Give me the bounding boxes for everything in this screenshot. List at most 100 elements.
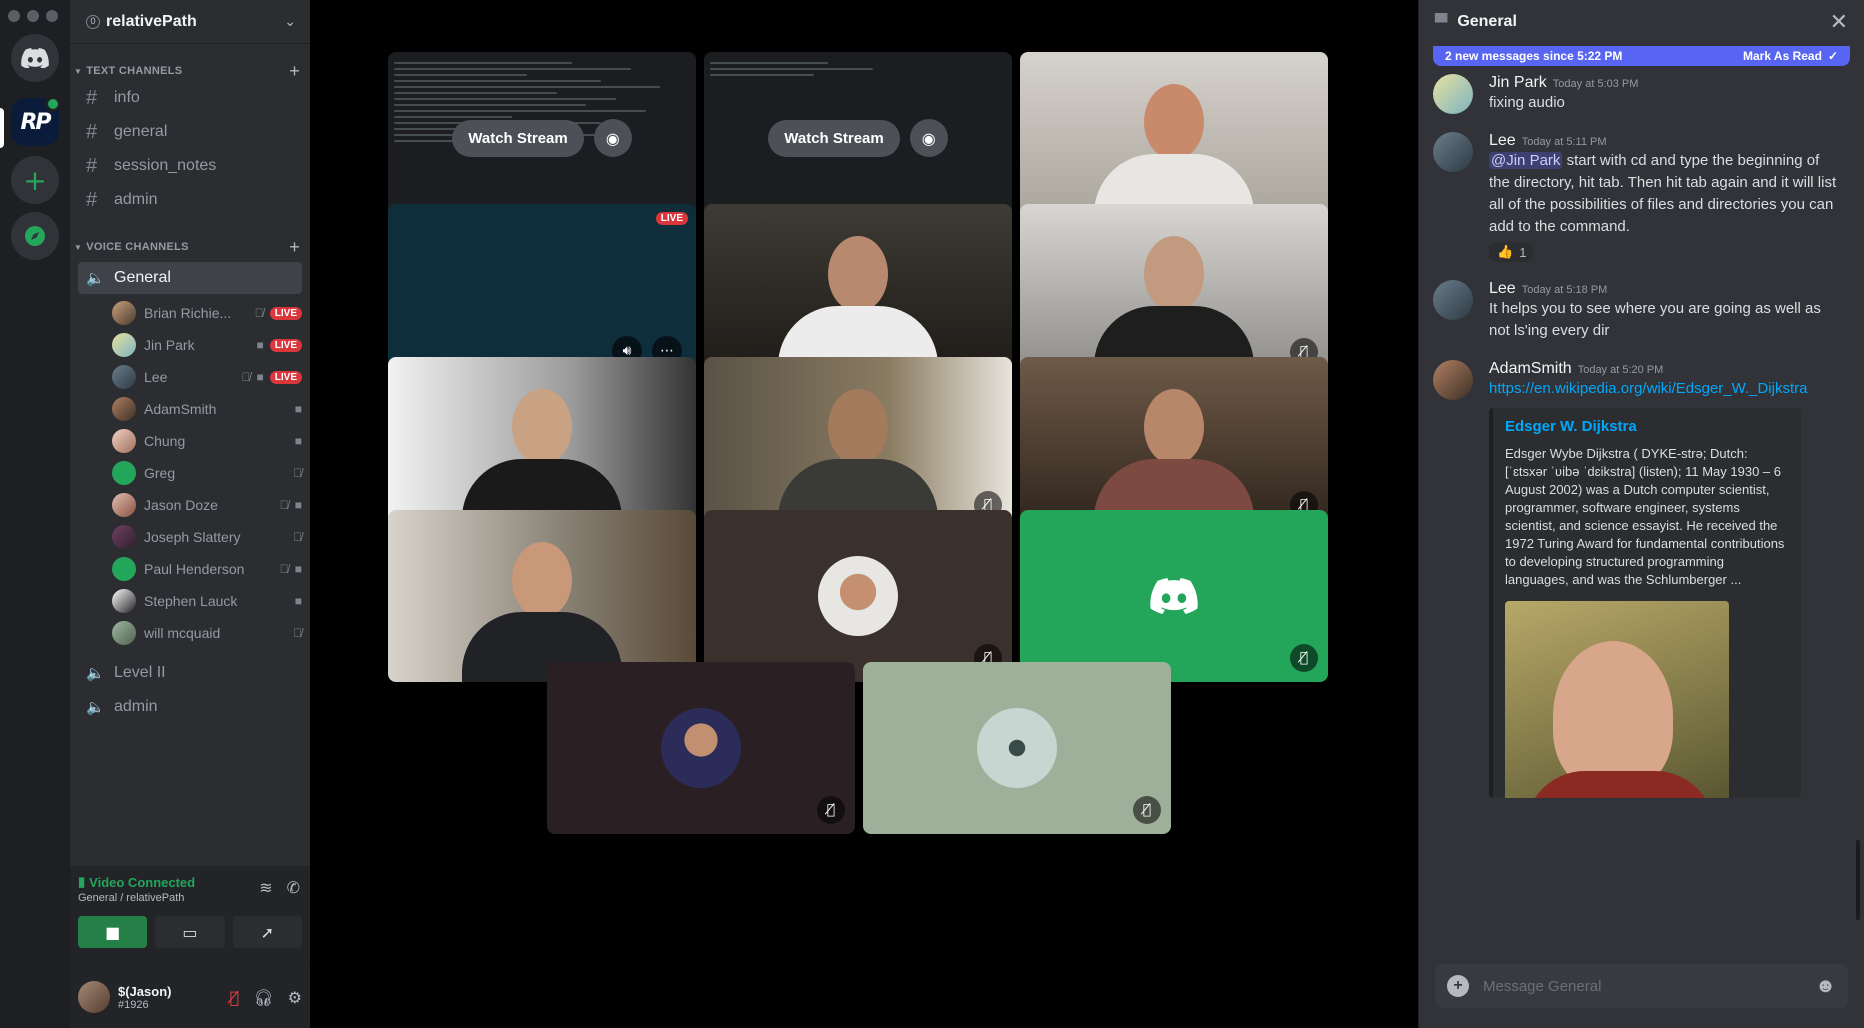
server-icon-relativepath[interactable]: RP [11,96,61,146]
voice-user-name: Stephen Lauck [144,593,238,609]
voice-user[interactable]: will mcquaid 🎙̸ [70,617,310,649]
voice-channel-level-ii[interactable]: 🔈 Level II [78,657,302,689]
embed-image[interactable] [1505,601,1729,798]
noise-suppression-icon[interactable]: ≋ [259,878,272,897]
category-label: TEXT CHANNELS [86,65,183,77]
voice-channels-category[interactable]: ▼ VOICE CHANNELS + [70,237,310,258]
close-window-button[interactable] [8,10,20,22]
video-camera-icon: ■ [294,434,302,448]
participant-avatar [977,708,1057,788]
voice-user[interactable]: Jason Doze 🎙̸ ■ [70,489,310,521]
voice-channel-admin[interactable]: 🔈 admin [78,691,302,723]
avatar-tile[interactable]: 🎙̸ [1020,510,1328,682]
message-author[interactable]: Jin Park [1489,74,1547,91]
avatar[interactable] [1433,132,1473,172]
watch-stream-button[interactable]: Watch Stream [452,119,584,157]
avatar [112,557,136,581]
activities-button[interactable]: ➚ [232,916,302,948]
video-tile[interactable]: 🎙̸ [1020,357,1328,529]
text-channels-category[interactable]: ▼ TEXT CHANNELS + [70,61,310,82]
video-tile[interactable] [1020,52,1328,224]
user-mention[interactable]: @Jin Park [1489,152,1563,169]
channel-label: general [114,123,168,140]
avatar-tile[interactable]: 🎙̸ [704,510,1012,682]
stream-tile[interactable]: Watch Stream ◉ [388,52,696,224]
message-author[interactable]: AdamSmith [1489,360,1572,377]
avatar-tile[interactable]: 🎙̸ [547,662,855,834]
participant-video [462,532,622,682]
minimize-window-button[interactable] [27,10,39,22]
avatar-tile[interactable]: 🎙̸ [863,662,1171,834]
stream-tile[interactable]: Watch Stream ◉ [704,52,1012,224]
create-channel-plus-icon[interactable]: + [289,237,300,258]
channel-label: info [114,89,140,106]
camera-toggle-button[interactable]: ■ [78,916,148,948]
avatar[interactable] [1433,360,1473,400]
message-text: It helps you to see where you are going … [1489,300,1821,339]
video-tile[interactable]: 🎙̸ [704,357,1012,529]
channel-session-notes[interactable]: # session_notes [78,150,302,182]
eye-plus-icon[interactable]: ◉ [909,119,948,157]
avatar [112,493,136,517]
gear-icon[interactable]: ⚙ [288,988,302,1007]
voice-user-name: will mcquaid [144,625,221,641]
reaction-pill[interactable]: 👍 1 [1489,242,1535,262]
new-messages-bar[interactable]: 2 new messages since 5:22 PM Mark As Rea… [1433,46,1850,66]
voice-user[interactable]: AdamSmith ■ [70,393,310,425]
video-tile[interactable] [388,510,696,682]
avatar[interactable] [78,981,110,1013]
voice-user[interactable]: Paul Henderson 🎙̸ ■ [70,553,310,585]
avatar [112,301,136,325]
category-label: VOICE CHANNELS [86,241,189,253]
live-badge: LIVE [269,338,302,352]
watch-stream-button[interactable]: Watch Stream [768,119,900,157]
chat-message: AdamSmith Today at 5:20 PM https://en.wik… [1419,360,1864,798]
voice-user[interactable]: Greg 🎙̸ [70,457,310,489]
avatar[interactable] [1433,74,1473,114]
avatar[interactable] [1433,280,1473,320]
create-channel-plus-icon[interactable]: + [289,61,300,82]
channel-info[interactable]: # info [78,82,302,114]
avatar [112,461,136,485]
mute-mic-icon[interactable]: 🎙̸ [230,988,240,1007]
channel-general[interactable]: # general [78,116,302,148]
voice-user[interactable]: Brian Richie... 🎙̸ LIVE [70,297,310,329]
mark-read-icon: ✓ [1827,49,1838,63]
message-author[interactable]: Lee [1489,280,1516,297]
embed-title[interactable]: Edsger W. Dijkstra [1505,418,1785,435]
chat-scrollbar[interactable] [1856,840,1860,920]
emoji-icon[interactable]: ☻ [1815,975,1836,998]
disconnect-call-icon[interactable]: ✆ [287,878,300,897]
compass-icon [25,226,45,246]
voice-user[interactable]: Chung ■ [70,425,310,457]
message-timestamp: Today at 5:11 PM [1521,136,1607,148]
speaker-icon: 🔈 [86,270,105,287]
message-link[interactable]: https://en.wikipedia.org/wiki/Edsger_W._… [1489,378,1844,400]
discord-home-button[interactable] [11,34,59,82]
video-tile[interactable]: 🎙̸ [1020,204,1328,376]
message-author[interactable]: Lee [1489,132,1516,149]
eye-plus-icon[interactable]: ◉ [593,119,632,157]
explore-servers-button[interactable] [11,212,59,260]
voice-user[interactable]: Joseph Slattery 🎙̸ [70,521,310,553]
voice-user[interactable]: Jin Park ■ LIVE [70,329,310,361]
attach-plus-icon[interactable]: + [1447,975,1469,997]
close-icon[interactable]: ✕ [1830,10,1848,35]
video-tile[interactable] [388,357,696,529]
stream-tile-live[interactable]: LIVE 🔊︎ ⋯ [388,204,696,376]
voice-user[interactable]: Stephen Lauck ■ [70,585,310,617]
video-camera-icon: ■ [294,594,302,608]
participant-avatar [818,556,898,636]
voice-channel-general[interactable]: 🔈 General [78,262,302,294]
server-header[interactable]: 0 relativePath ⌄ [70,0,310,44]
headphones-icon[interactable]: 🎧︎ [253,988,273,1007]
video-tile[interactable] [704,204,1012,376]
message-input[interactable] [1483,977,1815,995]
voice-user[interactable]: Lee 🎙̸ ■ LIVE [70,361,310,393]
maximize-window-button[interactable] [46,10,58,22]
add-server-button[interactable]: + [11,156,59,204]
screen-share-button[interactable]: ▭ [155,916,225,948]
chevron-down-icon[interactable]: ⌄ [284,14,296,30]
channel-admin[interactable]: # admin [78,184,302,216]
mark-as-read-button[interactable]: Mark As Read [1743,49,1822,63]
